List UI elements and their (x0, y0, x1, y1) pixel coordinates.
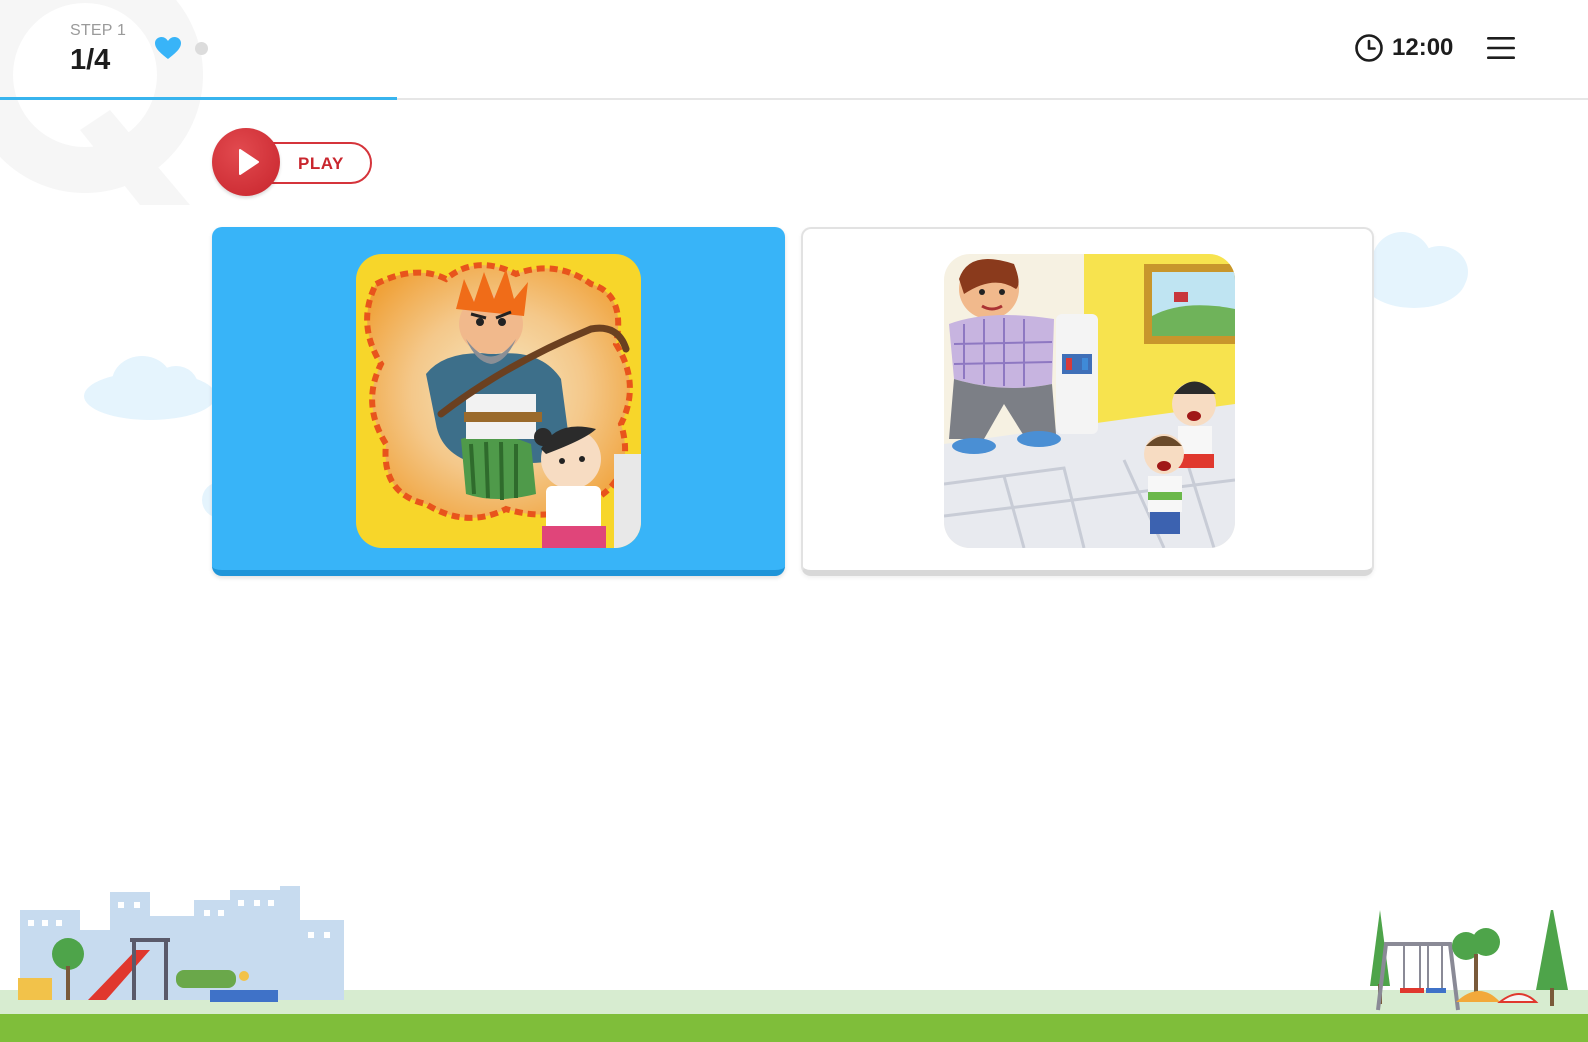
timer: 12:00 (1354, 33, 1453, 63)
play-icon (239, 149, 259, 175)
step-label: STEP 1 (70, 22, 127, 39)
angry-old-man-illustration (356, 254, 641, 548)
clock-icon (1355, 34, 1383, 62)
grass-strip (0, 1014, 1588, 1042)
timer-text: 12:00 (1392, 34, 1454, 61)
answer-card-2[interactable] (801, 227, 1374, 576)
play-audio-button[interactable]: PLAY (212, 128, 374, 196)
heart-icon (155, 37, 181, 59)
quiz-screen: STEP 1 1/4 12:00 PLAY (0, 0, 1588, 1042)
swing-trees-decoration (1370, 910, 1568, 1011)
question-counter: 1/4 (70, 44, 111, 76)
answer-card-1[interactable] (212, 227, 785, 576)
cloud-decoration-right (1362, 232, 1468, 308)
city-playground-decoration (18, 886, 344, 1002)
progress-dot-icon (195, 42, 208, 55)
play-button-circle (212, 128, 280, 196)
top-bar: STEP 1 1/4 12:00 (0, 0, 1588, 100)
progress-bar-fill (0, 97, 397, 100)
water-cooler-illustration (944, 254, 1235, 548)
play-label: PLAY (298, 154, 344, 173)
hamburger-menu-icon[interactable] (1487, 35, 1515, 61)
cloud-decoration-left (84, 356, 216, 420)
